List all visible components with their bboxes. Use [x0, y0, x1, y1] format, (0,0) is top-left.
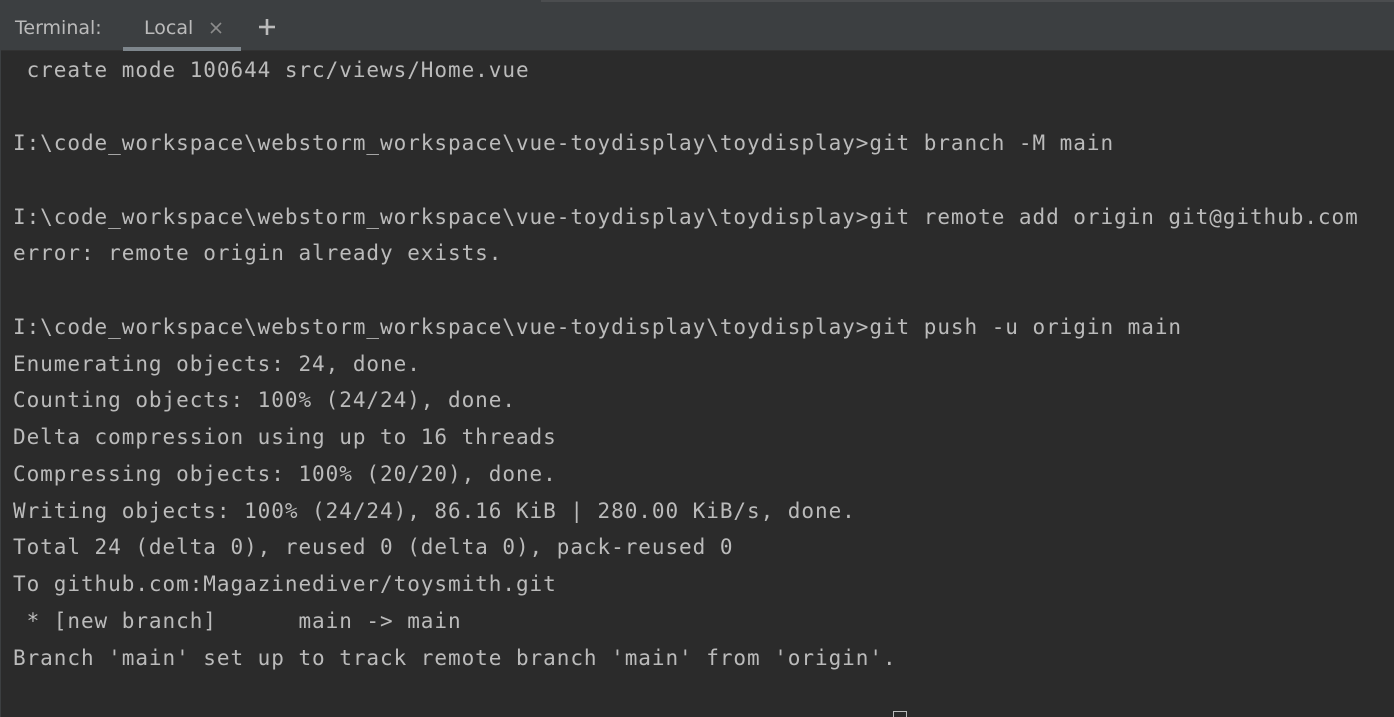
terminal-line: error: remote origin already exists.: [13, 241, 503, 265]
terminal-line: Writing objects: 100% (24/24), 86.16 KiB…: [13, 499, 856, 523]
terminal-tabbar: Terminal: Local: [1, 0, 1394, 51]
tabbar-top-divider: [541, 0, 1394, 2]
terminal-line: Counting objects: 100% (24/24), done.: [13, 388, 516, 412]
terminal-cursor: [893, 711, 907, 717]
terminal-line: Enumerating objects: 24, done.: [13, 352, 421, 376]
terminal-line: Delta compression using up to 16 threads: [13, 425, 557, 449]
tab-local-label: Local: [144, 17, 194, 39]
terminal-line: I:\code_workspace\webstorm_workspace\vue…: [13, 131, 1115, 155]
terminal-output[interactable]: create mode 100644 src/views/Home.vue I:…: [13, 51, 1393, 717]
terminal-line: I:\code_workspace\webstorm_workspace\vue…: [13, 205, 1359, 229]
terminal-line: Branch 'main' set up to track remote bra…: [13, 646, 897, 670]
terminal-line: To github.com:Magazinediver/toysmith.git: [13, 572, 557, 596]
terminal-window: Terminal: Local create mode 100644 src/v…: [0, 0, 1394, 717]
terminal-line: Total 24 (delta 0), reused 0 (delta 0), …: [13, 535, 734, 559]
tab-local[interactable]: Local: [123, 0, 241, 51]
close-icon[interactable]: [207, 19, 225, 37]
plus-icon[interactable]: [256, 16, 278, 38]
terminal-panel-title: Terminal:: [15, 17, 102, 39]
terminal-line: Compressing objects: 100% (20/20), done.: [13, 462, 557, 486]
terminal-line: create mode 100644 src/views/Home.vue: [13, 58, 530, 82]
terminal-line: I:\code_workspace\webstorm_workspace\vue…: [13, 315, 1183, 339]
terminal-line: * [new branch] main -> main: [13, 609, 462, 633]
